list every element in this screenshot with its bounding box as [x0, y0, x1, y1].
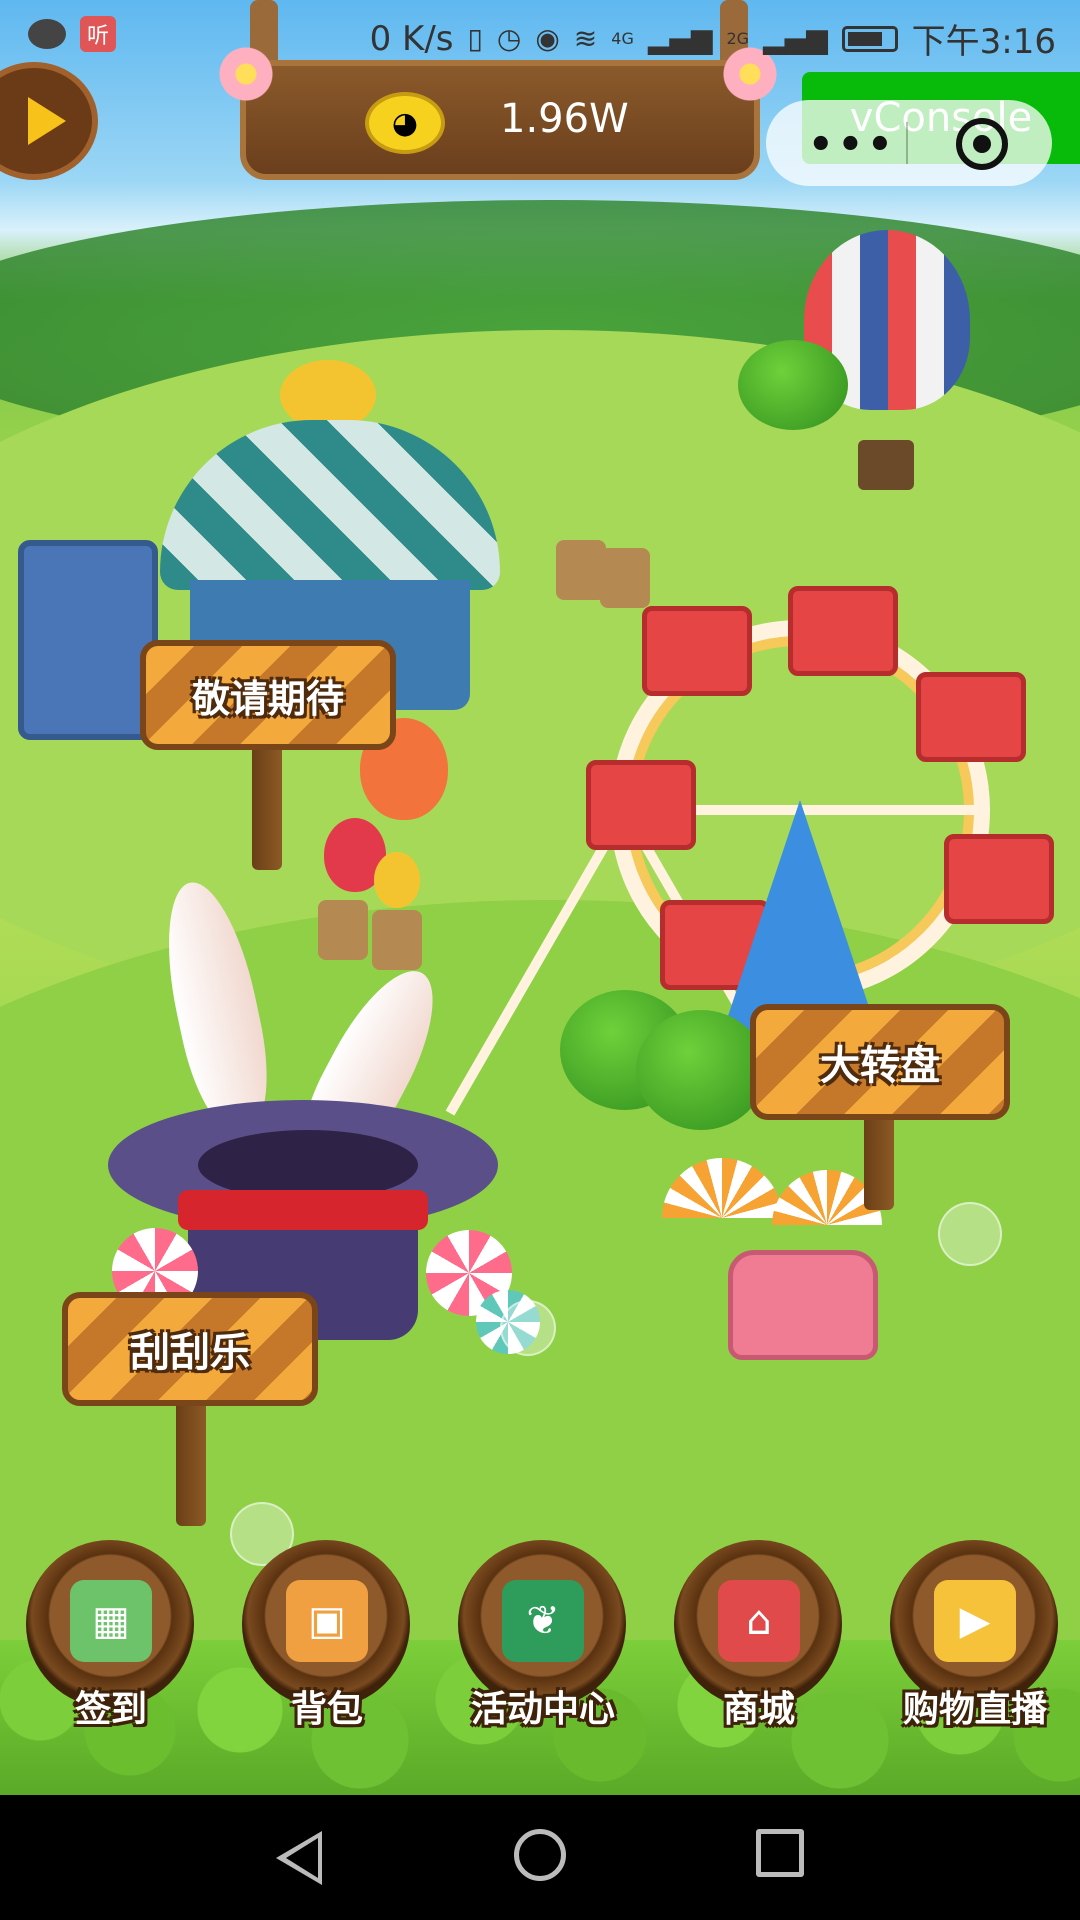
tree	[738, 340, 848, 430]
sign-big-wheel-label: 大转盘	[750, 1004, 1010, 1120]
sign-coming-soon[interactable]: 敬请期待	[140, 640, 396, 870]
signal-2g-icon: 2G	[726, 29, 750, 48]
nav-sign-in[interactable]: ▦ 签到	[26, 1540, 196, 1740]
back-icon[interactable]	[276, 1831, 322, 1885]
app-root: 敬请期待 大转盘 刮刮乐 听 0 K/s ▯ ◷ ◉ ≋ 4G ▂▄▆ 2G ▂…	[0, 0, 1080, 1920]
backpack-icon: ▣	[286, 1580, 368, 1662]
system-nav-bar	[0, 1795, 1080, 1920]
nav-activity-center[interactable]: ❦ 活动中心	[458, 1540, 628, 1740]
coin-amount: 1.96W	[500, 96, 629, 142]
sign-coming-soon-label: 敬请期待	[140, 640, 396, 750]
ferris-cabin	[944, 834, 1054, 924]
food-truck[interactable]	[728, 1250, 878, 1360]
signal-4g-icon: 4G	[611, 29, 634, 48]
coin-mascot-icon: ◕	[365, 92, 445, 154]
status-time: 下午3:16	[911, 22, 1056, 62]
yellow-balloon	[374, 852, 420, 908]
tree	[636, 1010, 766, 1130]
ferris-cabin	[916, 672, 1026, 762]
game-scene	[0, 0, 1080, 1795]
balloon-basket	[858, 440, 914, 490]
play-icon	[28, 97, 66, 145]
ferris-cabin	[642, 606, 752, 696]
nav-shopping-live[interactable]: ▶ 购物直播	[890, 1540, 1060, 1740]
tree-stump	[600, 548, 650, 608]
bubble	[500, 1300, 556, 1356]
sign-big-wheel[interactable]: 大转盘	[750, 1004, 1010, 1210]
eye-icon: ◉	[535, 22, 560, 55]
tree-stump	[372, 910, 422, 970]
map-icon: ▦	[70, 1580, 152, 1662]
bottom-nav: ▦ 签到 ▣ 背包 ❦ 活动中心 ⌂ 商城 ▶ 购物直播	[0, 1540, 1080, 1740]
status-bar: 听 0 K/s ▯ ◷ ◉ ≋ 4G ▂▄▆ 2G ▂▄▆ 下午3:16	[0, 0, 1080, 72]
signal-bars-icon: ▂▄▆	[763, 22, 828, 55]
signal-bars-icon: ▂▄▆	[647, 22, 713, 55]
alarm-icon: ◷	[496, 22, 522, 55]
ferris-cabin	[788, 586, 898, 676]
book-icon: ❦	[502, 1580, 584, 1662]
close-target-icon[interactable]	[956, 118, 1008, 170]
chat-bubble-icon	[28, 19, 66, 49]
tree-stump	[318, 900, 368, 960]
sign-scratch-card-label: 刮刮乐	[62, 1292, 318, 1406]
recent-apps-icon[interactable]	[756, 1829, 804, 1877]
nav-shop[interactable]: ⌂ 商城	[674, 1540, 844, 1740]
ferris-cabin	[586, 760, 696, 850]
tree-stump	[556, 540, 606, 600]
more-menu-button[interactable]: •••	[808, 122, 897, 168]
mini-program-capsule: •••	[766, 100, 1052, 186]
home-icon[interactable]	[514, 1829, 566, 1881]
battery-icon	[841, 25, 898, 52]
nav-backpack[interactable]: ▣ 背包	[242, 1540, 412, 1740]
listen-app-icon: 听	[80, 16, 116, 52]
tv-icon: ▶	[934, 1580, 1016, 1662]
tent-roof	[160, 420, 500, 590]
toy-machine[interactable]	[18, 540, 158, 740]
network-speed: 0 K/s	[369, 18, 454, 59]
bubble	[938, 1202, 1002, 1266]
shop-icon: ⌂	[718, 1580, 800, 1662]
sign-scratch-card[interactable]: 刮刮乐	[62, 1292, 318, 1526]
wifi-icon: ≋	[573, 22, 598, 55]
vibrate-icon: ▯	[467, 22, 483, 55]
